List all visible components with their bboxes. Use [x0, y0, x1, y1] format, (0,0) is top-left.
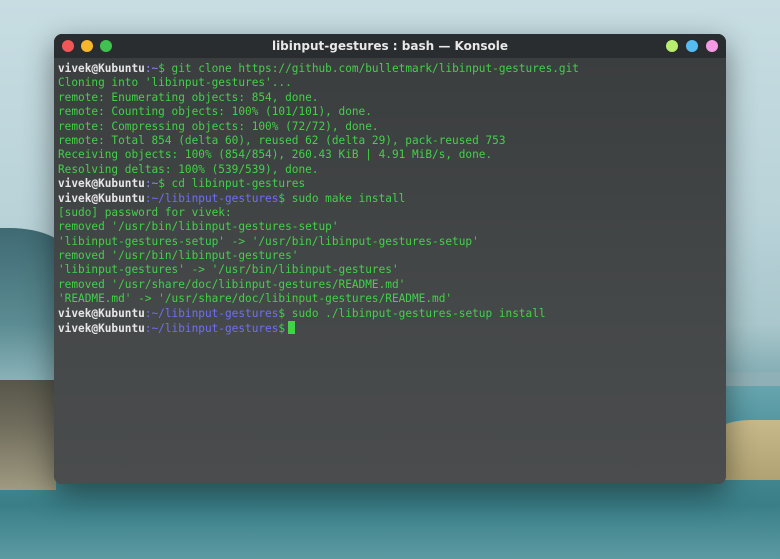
prompt-path: :~/libinput-gestures [144, 306, 279, 320]
prompt-path: :~ [144, 177, 159, 191]
terminal-output-line: remote: Compressing objects: 100% (72/72… [58, 120, 726, 134]
output-text: Resolving deltas: 100% (539/539), done. [58, 162, 319, 176]
output-text: remote: Total 854 (delta 60), reused 62 … [58, 133, 506, 147]
on-all-desktops-button[interactable] [686, 40, 698, 52]
wallpaper-shore [0, 380, 56, 490]
prompt-user: vivek@Kubuntu [58, 191, 145, 205]
output-text: removed '/usr/bin/libinput-gestures-setu… [58, 220, 339, 234]
terminal-output[interactable]: vivek@Kubuntu:~$ git clone https://githu… [54, 58, 726, 484]
text-cursor [288, 321, 296, 335]
output-text: removed '/usr/share/doc/libinput-gesture… [58, 277, 406, 291]
keep-above-button[interactable] [666, 40, 678, 52]
output-text: [sudo] password for vivek: [58, 205, 232, 219]
prompt-path: :~/libinput-gestures [144, 322, 279, 336]
terminal-prompt-line: vivek@Kubuntu:~$ cd libinput-gestures [58, 177, 726, 191]
terminal-output-line: 'libinput-gestures-setup' -> '/usr/bin/l… [58, 235, 726, 249]
prompt-path: :~/libinput-gestures [144, 191, 279, 205]
terminal-prompt-line: vivek@Kubuntu:~/libinput-gestures$ sudo … [58, 192, 726, 206]
terminal-output-line: 'README.md' -> '/usr/share/doc/libinput-… [58, 292, 726, 306]
prompt-symbol: $ [158, 177, 165, 191]
prompt-symbol: $ [278, 322, 286, 336]
terminal-output-line: Resolving deltas: 100% (539/539), done. [58, 163, 726, 177]
command-text: sudo ./libinput-gestures-setup install [285, 306, 546, 320]
prompt-user: vivek@Kubuntu [58, 62, 145, 75]
output-text: remote: Counting objects: 100% (101/101)… [58, 105, 372, 119]
prompt-path: :~ [144, 62, 159, 75]
terminal-output-line: removed '/usr/bin/libinput-gestures-setu… [58, 220, 726, 234]
terminal-output-line: remote: Enumerating objects: 854, done. [58, 91, 726, 105]
terminal-output-line: Receiving objects: 100% (854/854), 260.4… [58, 148, 726, 162]
command-text: git clone https://github.com/bulletmark/… [164, 62, 579, 75]
prompt-symbol: $ [158, 62, 165, 75]
output-text: Cloning into 'libinput-gestures'... [58, 76, 292, 90]
window-title: libinput-gestures : bash — Konsole [271, 39, 509, 53]
prompt-user: vivek@Kubuntu [58, 177, 145, 191]
output-text: removed '/usr/bin/libinput-gestures' [58, 249, 299, 263]
prompt-user: vivek@Kubuntu [58, 306, 145, 320]
output-text: remote: Compressing objects: 100% (72/72… [58, 119, 379, 133]
konsole-window[interactable]: libinput-gestures : bash — Konsole vivek… [54, 34, 726, 484]
output-text: 'libinput-gestures' -> '/usr/bin/libinpu… [58, 263, 399, 277]
terminal-prompt-line: vivek@Kubuntu:~/libinput-gestures$ [58, 321, 726, 335]
title-bar[interactable]: libinput-gestures : bash — Konsole [54, 34, 726, 58]
command-text: sudo make install [285, 191, 406, 205]
output-text: Receiving objects: 100% (854/854), 260.4… [58, 148, 493, 162]
output-text: remote: Enumerating objects: 854, done. [58, 90, 319, 104]
shade-button[interactable] [706, 40, 718, 52]
terminal-output-line: remote: Counting objects: 100% (101/101)… [58, 105, 726, 119]
terminal-output-line: removed '/usr/share/doc/libinput-gesture… [58, 278, 726, 292]
terminal-output-line: removed '/usr/bin/libinput-gestures' [58, 249, 726, 263]
terminal-output-line: Cloning into 'libinput-gestures'... [58, 76, 726, 90]
wallpaper-distant-shore [720, 372, 780, 386]
terminal-prompt-line: vivek@Kubuntu:~/libinput-gestures$ sudo … [58, 307, 726, 321]
terminal-output-line: 'libinput-gestures' -> '/usr/bin/libinpu… [58, 263, 726, 277]
prompt-user: vivek@Kubuntu [58, 322, 145, 336]
terminal-output-line: remote: Total 854 (delta 60), reused 62 … [58, 134, 726, 148]
terminal-output-line: [sudo] password for vivek: [58, 206, 726, 220]
output-text: 'libinput-gestures-setup' -> '/usr/bin/l… [58, 234, 479, 248]
command-text: cd libinput-gestures [164, 177, 306, 191]
output-text: 'README.md' -> '/usr/share/doc/libinput-… [58, 292, 453, 306]
terminal-prompt-line: vivek@Kubuntu:~$ git clone https://githu… [58, 62, 726, 76]
